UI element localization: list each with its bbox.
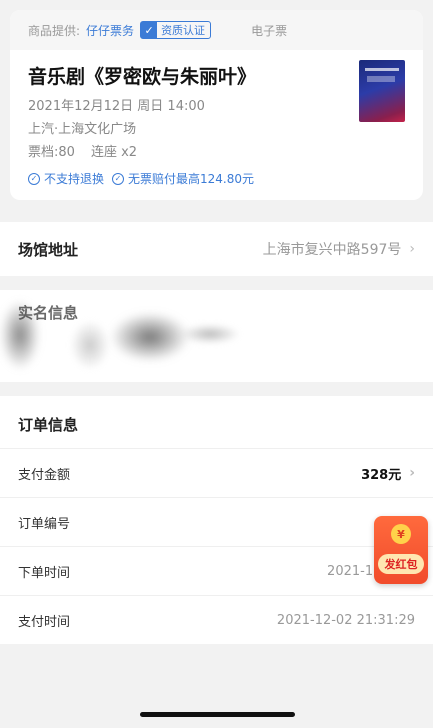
payment-time: 2021-12-02 21:31:29: [276, 612, 415, 628]
ticket-type: 电子票: [251, 23, 288, 38]
venue-address-row[interactable]: 场馆地址 上海市复兴中路597号 ›: [0, 222, 433, 276]
realname-label: 实名信息: [18, 304, 79, 322]
policy-tag-label: 无票赔付最高124.80元: [128, 172, 255, 186]
coin-icon: ¥: [391, 524, 411, 544]
poster-decoration: [367, 76, 395, 82]
redpacket-label: 发红包: [378, 554, 424, 574]
policy-tags: ✓ 不支持退换 ✓ 无票赔付最高124.80元: [28, 170, 254, 187]
payment-amount: 328元: [361, 467, 402, 483]
show-venue: 上汽·上海文化广场: [28, 122, 137, 137]
provider-name-link[interactable]: 仔仔票务: [86, 22, 134, 39]
order-row-label: 订单编号: [18, 516, 71, 532]
redaction-blur: [180, 324, 240, 344]
policy-tag-label: 不支持退换: [44, 172, 105, 186]
home-indicator[interactable]: [140, 712, 295, 717]
show-datetime: 2021年12月12日 周日 14:00: [28, 99, 205, 114]
realname-info-card: 实名信息: [0, 290, 433, 382]
show-title: 音乐剧《罗密欧与朱丽叶》: [28, 66, 257, 88]
ticket-details: 票档:80 连座 x2: [28, 141, 137, 160]
provider-label: 商品提供:: [28, 23, 81, 38]
provider-row: 商品提供: 仔仔票务 ✓ 资质认证 电子票: [10, 10, 423, 50]
venue-address-text: 上海市复兴中路597号: [262, 242, 402, 258]
check-circle-icon: ✓: [28, 172, 40, 185]
poster-decoration: [365, 68, 399, 71]
order-number-row: 订单编号 202: [0, 497, 433, 546]
venue-label: 场馆地址: [18, 240, 79, 259]
redaction-blur: [110, 312, 190, 362]
order-info-card: 订单信息 支付金额 328元 › 订单编号 202 下单时间 2021-12-0…: [0, 396, 433, 644]
policy-tag: ✓ 不支持退换: [28, 170, 104, 187]
price-tier: 票档:80: [28, 145, 75, 160]
order-row-label: 下单时间: [18, 565, 71, 581]
send-redpacket-button[interactable]: ¥ 发红包: [374, 516, 428, 584]
ticket-card: 商品提供: 仔仔票务 ✓ 资质认证 电子票 音乐剧《罗密欧与朱丽叶》 2021年…: [10, 10, 423, 200]
redaction-blur: [70, 320, 110, 370]
chevron-right-icon: ›: [409, 241, 415, 257]
payment-amount-row[interactable]: 支付金额 328元 ›: [0, 448, 433, 497]
venue-address: 上海市复兴中路597号 ›: [263, 239, 415, 259]
show-poster-image[interactable]: [359, 60, 405, 122]
chevron-right-icon: ›: [409, 465, 415, 481]
order-row-value: 328元 ›: [361, 464, 415, 483]
order-row-label: 支付时间: [18, 614, 71, 630]
policy-tag: ✓ 无票赔付最高124.80元: [112, 170, 254, 187]
order-row-label: 支付金额: [18, 467, 71, 483]
seat-count: 连座 x2: [90, 145, 138, 160]
certification-badge[interactable]: ✓ 资质认证: [140, 21, 212, 39]
check-circle-icon: ✓: [112, 172, 125, 185]
cert-label: 资质认证: [161, 24, 206, 37]
order-time-row: 下单时间 2021-12-02 2: [0, 546, 433, 595]
check-icon: ✓: [141, 22, 158, 38]
order-section-title: 订单信息: [18, 416, 79, 434]
payment-time-row: 支付时间 2021-12-02 21:31:29: [0, 595, 433, 644]
